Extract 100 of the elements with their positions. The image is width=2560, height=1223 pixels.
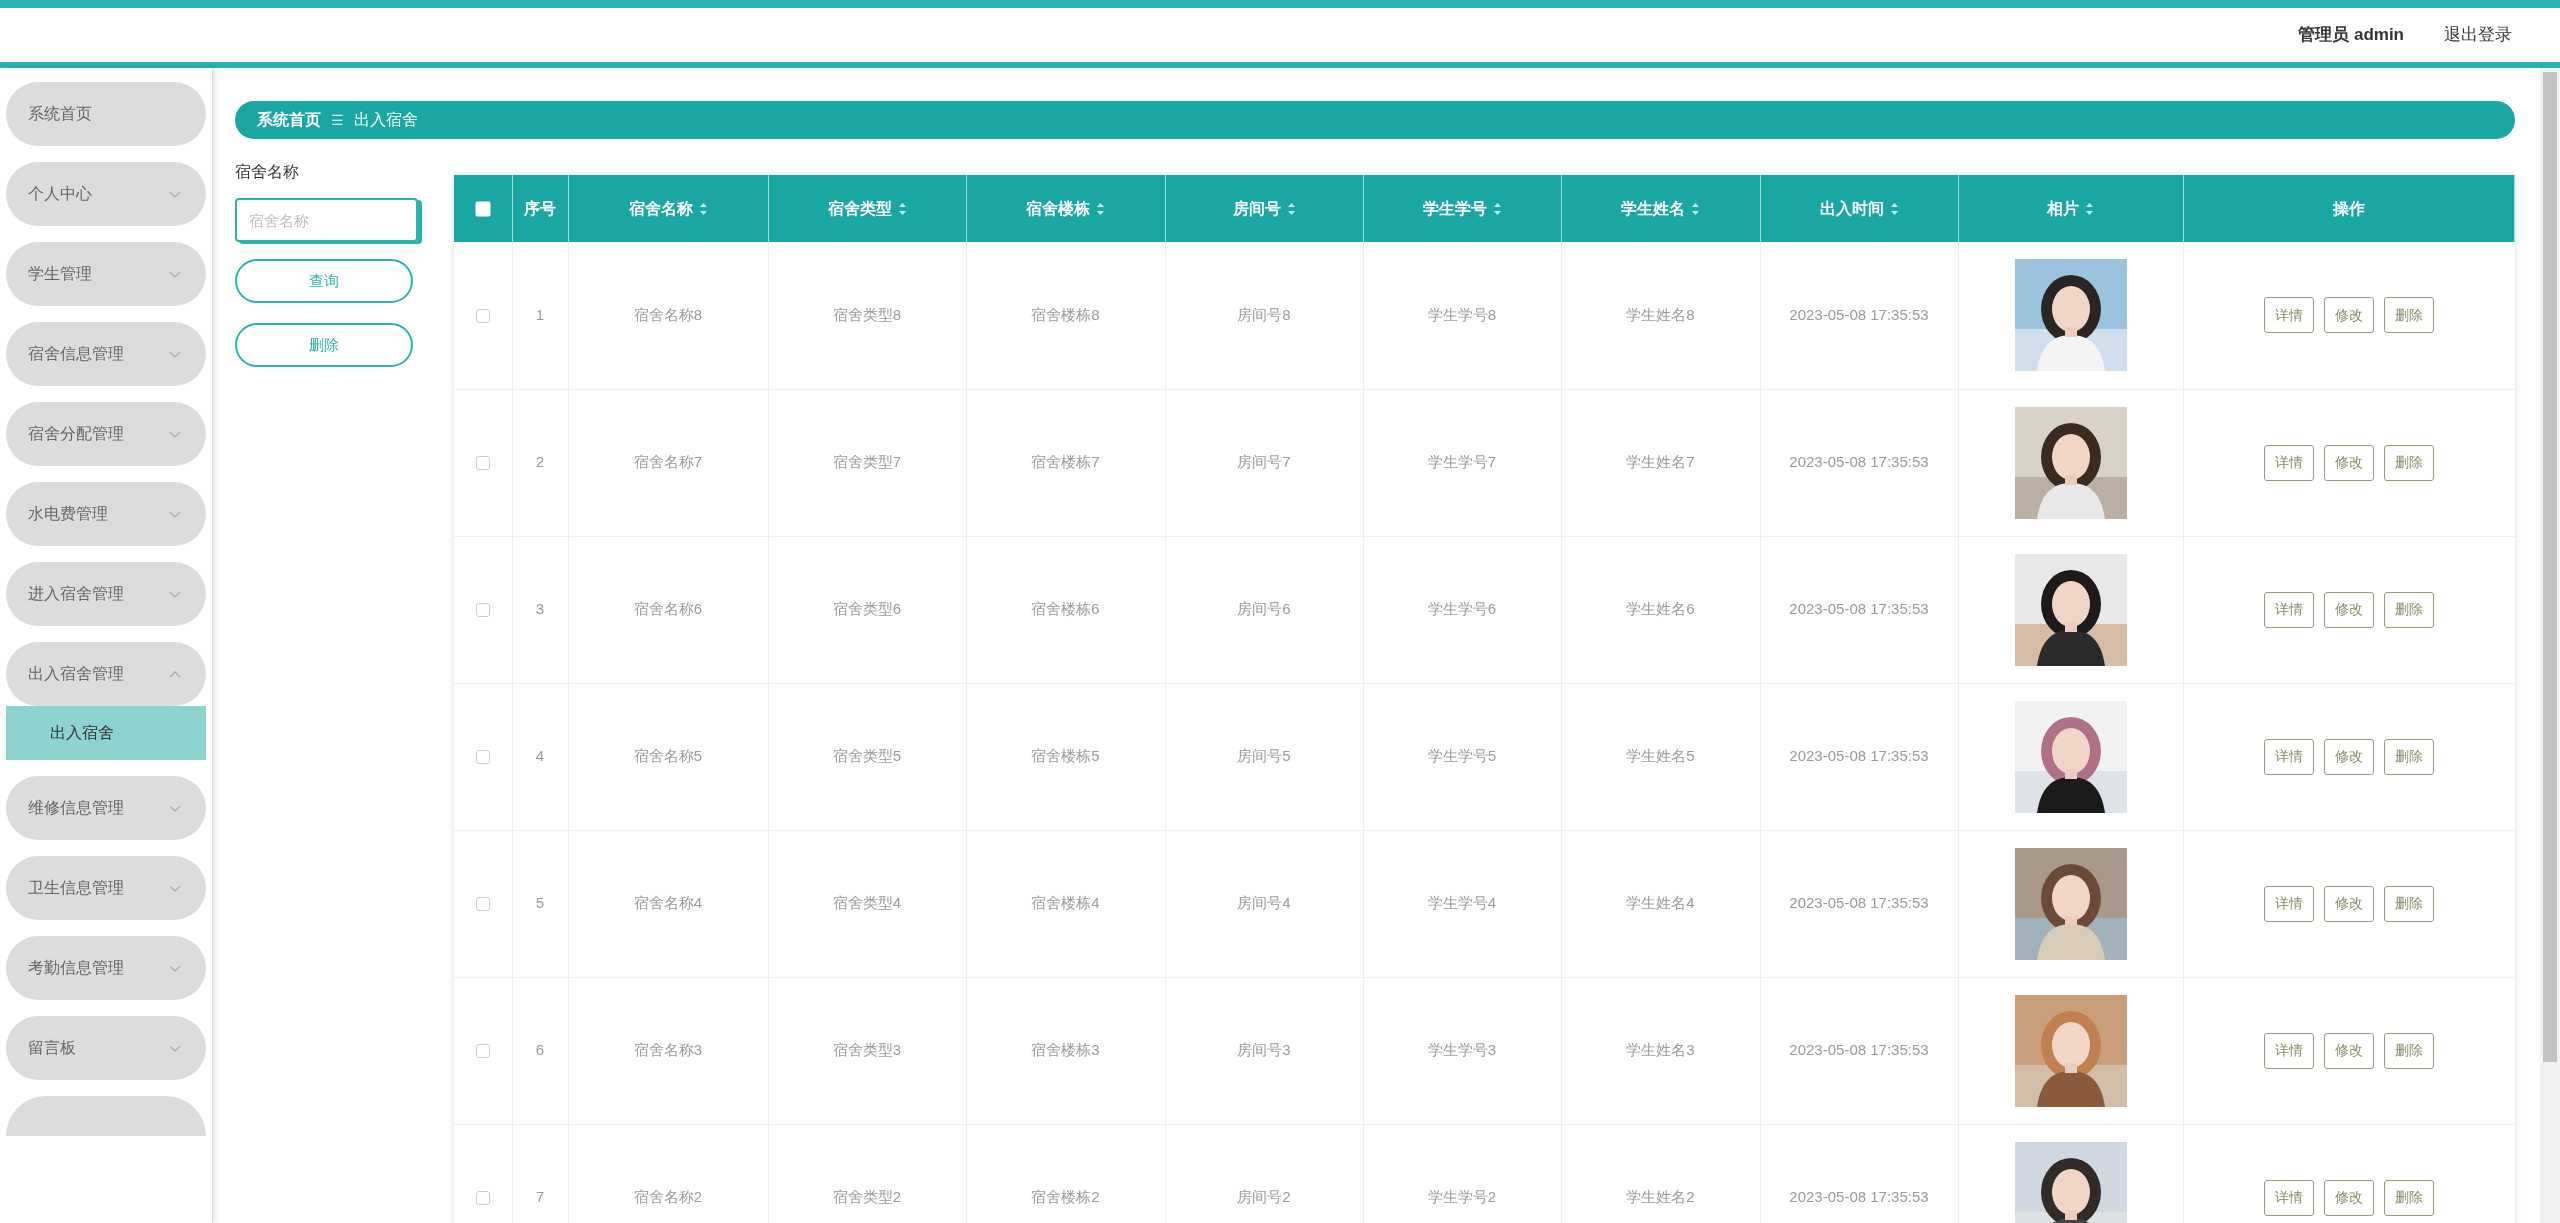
sidebar-item[interactable]: 宿舍分配管理 [6,402,206,466]
delete-button[interactable]: 删除 [2384,1032,2434,1069]
table-cell: 宿舍类型2 [832,1188,902,1206]
table-cell: 房间号7 [1237,453,1291,471]
column-header[interactable]: 序号 [524,196,556,221]
row-checkbox[interactable] [475,456,490,471]
column-header[interactable]: 宿舍名称 [628,196,708,221]
table-cell: 学生姓名2 [1626,1188,1695,1206]
select-all-checkbox[interactable] [474,201,491,218]
delete-button[interactable]: 删除 [2384,444,2434,481]
table-cell: 宿舍名称4 [633,894,703,912]
delete-button[interactable]: 删除 [2384,885,2434,922]
table-cell: 6 [535,1041,545,1059]
row-checkbox[interactable] [475,1044,490,1059]
column-header[interactable]: 学生姓名 [1621,196,1700,221]
admin-label: 管理员 admin [2298,24,2404,47]
chevron-down-icon [168,429,182,439]
delete-button[interactable]: 删除 [2384,1179,2434,1216]
column-header[interactable]: 房间号 [1232,196,1296,221]
sort-icon [1492,201,1502,216]
table-cell: 2023-05-08 17:35:53 [1789,894,1929,912]
table-cell: 2023-05-08 17:35:53 [1789,453,1929,471]
detail-button[interactable]: 详情 [2264,297,2314,334]
edit-button[interactable]: 修改 [2324,591,2374,628]
sidebar-item[interactable]: 宿舍信息管理 [6,322,206,386]
table-cell: 学生姓名4 [1626,894,1695,912]
table-cell: 学生姓名6 [1626,600,1695,618]
column-header[interactable]: 出入时间 [1819,196,1899,221]
column-header[interactable]: 相片 [2047,196,2094,221]
sidebar-item[interactable]: 维修信息管理 [6,776,206,840]
sidebar-item[interactable]: 学生管理 [6,242,206,306]
table-cell: 学生学号6 [1427,600,1497,618]
row-checkbox[interactable] [475,1191,490,1206]
table-cell: 宿舍类型8 [832,306,902,323]
table-cell: 2023-05-08 17:35:53 [1789,1041,1929,1059]
table-cell: 宿舍楼栋2 [1031,1188,1100,1206]
submenu-item[interactable]: 出入宿舍 [6,706,206,760]
search-button[interactable]: 查询 [235,259,413,303]
chevron-down-icon [168,963,182,973]
edit-button[interactable]: 修改 [2324,885,2374,922]
sort-icon [2085,201,2094,216]
table-cell: 宿舍名称6 [633,600,703,618]
edit-button[interactable]: 修改 [2324,738,2374,775]
edit-button[interactable]: 修改 [2324,1032,2374,1069]
table-cell: 7 [535,1188,545,1206]
column-header[interactable]: 操作 [2332,196,2365,221]
table-cell: 宿舍名称5 [633,747,703,765]
sort-icon [1691,201,1700,216]
table-cell: 2023-05-08 17:35:53 [1789,306,1929,323]
column-header[interactable]: 学生学号 [1422,196,1502,221]
table-cell: 学生学号8 [1427,306,1497,323]
delete-button[interactable]: 删除 [2384,297,2434,334]
table-cell: 学生学号5 [1427,747,1497,765]
row-checkbox[interactable] [475,750,490,765]
detail-button[interactable]: 详情 [2264,444,2314,481]
table-cell: 宿舍楼栋5 [1031,747,1100,765]
edit-button[interactable]: 修改 [2324,297,2374,334]
column-header[interactable]: 宿舍类型 [827,196,907,221]
detail-button[interactable]: 详情 [2264,591,2314,628]
delete-button[interactable]: 删除 [2384,738,2434,775]
table-cell: 2023-05-08 17:35:53 [1789,600,1929,618]
table-cell: 学生学号4 [1427,894,1497,912]
sidebar-item[interactable]: 卫生信息管理 [6,856,206,920]
sidebar-item[interactable]: 个人中心 [6,162,206,226]
column-header[interactable]: 宿舍楼栋 [1026,196,1105,221]
scrollbar[interactable] [2540,68,2560,1223]
chevron-up-icon [168,669,182,679]
detail-button[interactable]: 详情 [2264,1032,2314,1069]
sort-icon [897,201,907,216]
sidebar-item[interactable]: 留言板 [6,1016,206,1080]
table-cell: 宿舍类型5 [832,747,902,765]
table-cell: 房间号6 [1237,600,1291,618]
separator-icon: ☰ [331,109,344,131]
chevron-down-icon [168,1043,182,1053]
row-checkbox[interactable] [475,897,490,912]
row-checkbox[interactable] [475,603,490,618]
delete-button[interactable]: 删除 [2384,591,2434,628]
row-checkbox[interactable] [475,309,490,323]
detail-button[interactable]: 详情 [2264,738,2314,775]
sidebar-item[interactable]: 考勤信息管理 [6,936,206,1000]
sidebar-item[interactable]: 水电费管理 [6,482,206,546]
detail-button[interactable]: 详情 [2264,885,2314,922]
delete-button[interactable]: 删除 [235,323,413,367]
table-cell: 2 [535,453,545,471]
table-cell: 宿舍楼栋6 [1031,600,1100,618]
breadcrumb-link[interactable]: 系统首页 [257,108,321,132]
detail-button[interactable]: 详情 [2264,1179,2314,1216]
table-cell: 宿舍名称7 [633,453,703,471]
edit-button[interactable]: 修改 [2324,444,2374,481]
table-cell: 房间号2 [1237,1188,1291,1206]
table-cell: 5 [535,894,545,912]
logout-link[interactable]: 退出登录 [2444,22,2512,48]
table-cell: 宿舍楼栋8 [1031,306,1100,323]
sidebar-item[interactable]: 进入宿舍管理 [6,562,206,626]
edit-button[interactable]: 修改 [2324,1179,2374,1216]
sidebar-item[interactable]: 系统首页 [6,82,206,146]
chevron-down-icon [168,803,182,813]
sidebar-item[interactable]: 出入宿舍管理 [6,642,206,706]
table-cell: 宿舍类型6 [832,600,902,618]
sort-icon [1096,201,1105,216]
